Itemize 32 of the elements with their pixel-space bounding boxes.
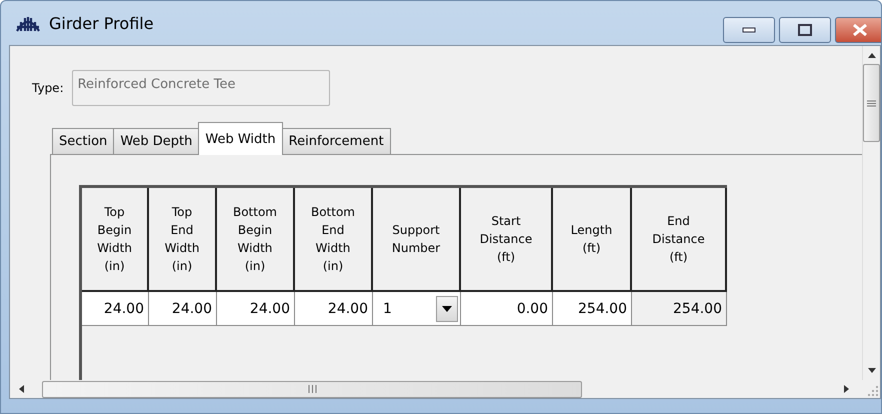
table-cell[interactable]: 0.00: [461, 292, 553, 326]
maximize-button[interactable]: [779, 17, 831, 43]
column-header: Top End Width (in): [149, 188, 217, 292]
tab[interactable]: Web Depth: [113, 128, 200, 155]
maximize-icon: [798, 24, 812, 36]
table-cell[interactable]: 24.00: [149, 292, 217, 326]
table-cell[interactable]: 254.00: [553, 292, 632, 326]
column-header: Support Number: [373, 188, 461, 292]
minimize-icon: [742, 27, 756, 33]
window-title: Girder Profile: [49, 14, 154, 32]
column-header: Bottom End Width (in): [295, 188, 373, 292]
close-icon: [852, 24, 868, 36]
column-header: End Distance (ft): [632, 188, 727, 292]
table-cell: 254.00: [632, 292, 727, 326]
close-button[interactable]: [835, 17, 881, 43]
tab[interactable]: Section: [52, 128, 114, 155]
vertical-scroll-thumb[interactable]: [863, 64, 880, 142]
table-cell[interactable]: 24.00: [217, 292, 295, 326]
horizontal-scroll-thumb[interactable]: [42, 380, 582, 398]
table-cell[interactable]: 24.00: [295, 292, 373, 326]
caret-icon: [442, 306, 452, 312]
type-label: Type:: [32, 81, 64, 95]
tab[interactable]: Reinforcement: [282, 128, 391, 155]
tab[interactable]: Web Width: [198, 122, 283, 155]
column-header: Top Begin Width (in): [82, 188, 149, 292]
support-dropdown[interactable]: 1: [373, 292, 461, 326]
dropdown-button[interactable]: [436, 296, 458, 322]
table-cell[interactable]: 24.00: [82, 292, 149, 326]
column-header: Bottom Begin Width (in): [217, 188, 295, 292]
column-header: Length (ft): [553, 188, 632, 292]
column-header: Start Distance (ft): [461, 188, 553, 292]
minimize-button[interactable]: [723, 17, 775, 43]
